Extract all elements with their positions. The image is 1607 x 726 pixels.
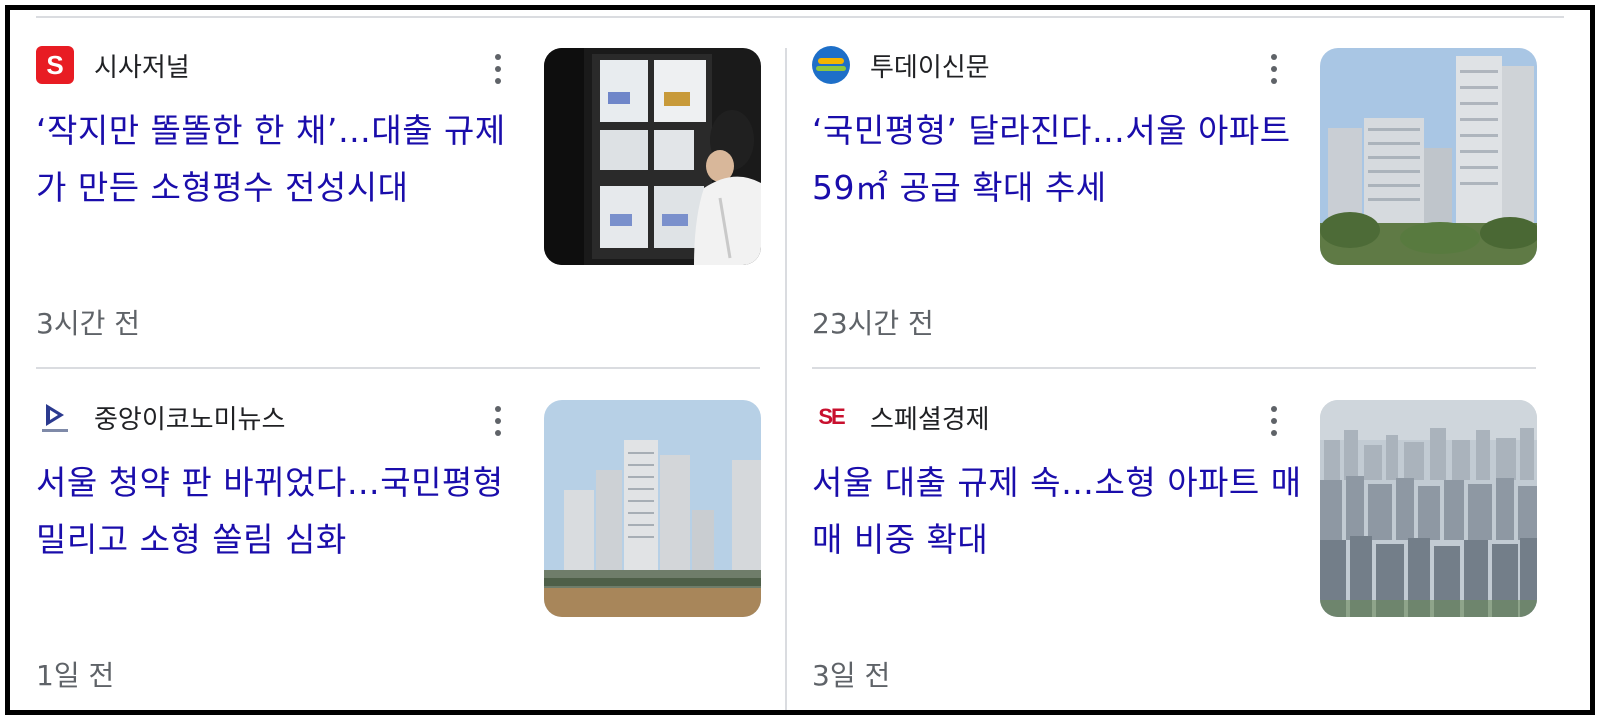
more-options-icon[interactable] xyxy=(1262,404,1286,438)
top-divider xyxy=(36,16,1564,18)
news-card[interactable]: 중앙이코노미뉴스 서울 청약 판 바뀌었다…국민평형 밀리고 소형 쏠림 심화 … xyxy=(36,396,761,710)
todayshinmun-logo-icon xyxy=(812,46,850,84)
more-options-icon[interactable] xyxy=(1262,52,1286,86)
dense-city-apartments-photo[interactable] xyxy=(1320,400,1537,617)
news-card[interactable]: S 시사저널 ‘작지만 똘똘한 한 채’…대출 규제가 만든 소형평수 전성시대… xyxy=(36,44,761,364)
source-name: 투데이신문 xyxy=(870,52,990,83)
news-source: SE 스페셜경제 xyxy=(812,398,990,436)
news-source: 중앙이코노미뉴스 xyxy=(36,398,285,436)
headline-link[interactable]: ‘작지만 똘똘한 한 채’…대출 규제가 만든 소형평수 전성시대 xyxy=(36,102,526,216)
news-source: 투데이신문 xyxy=(812,46,990,84)
apartment-towers-photo[interactable] xyxy=(1320,48,1537,265)
source-name: 중앙이코노미뉴스 xyxy=(94,404,286,435)
headline-link[interactable]: 서울 대출 규제 속…소형 아파트 매매 비중 확대 xyxy=(812,454,1302,568)
timestamp: 23시간 전 xyxy=(812,307,934,340)
news-source: S 시사저널 xyxy=(36,46,190,84)
headline-link[interactable]: 서울 청약 판 바뀌었다…국민평형 밀리고 소형 쏠림 심화 xyxy=(36,454,526,568)
new-apartment-complex-photo[interactable] xyxy=(544,400,761,617)
special-economy-logo-icon: SE xyxy=(818,404,845,429)
news-card[interactable]: 투데이신문 ‘국민평형’ 달라진다…서울 아파트 59㎡ 공급 확대 추세 23… xyxy=(812,44,1537,364)
timestamp: 3일 전 xyxy=(812,659,891,692)
joongang-economy-logo-icon xyxy=(36,398,74,436)
news-card[interactable]: SE 스페셜경제 서울 대출 규제 속…소형 아파트 매매 비중 확대 3일 전 xyxy=(812,396,1537,710)
column-divider xyxy=(785,48,787,710)
timestamp: 3시간 전 xyxy=(36,307,140,340)
row-divider-left xyxy=(36,367,760,369)
more-options-icon[interactable] xyxy=(486,52,510,86)
source-name: 스페셜경제 xyxy=(870,404,990,435)
timestamp: 1일 전 xyxy=(36,659,115,692)
row-divider-right xyxy=(812,367,1536,369)
news-results-panel: S 시사저널 ‘작지만 똘똘한 한 채’…대출 규제가 만든 소형평수 전성시대… xyxy=(5,5,1595,715)
headline-link[interactable]: ‘국민평형’ 달라진다…서울 아파트 59㎡ 공급 확대 추세 xyxy=(812,102,1302,216)
source-name: 시사저널 xyxy=(94,52,190,83)
real-estate-office-window-photo[interactable] xyxy=(544,48,761,265)
sisajournal-logo-icon: S xyxy=(36,46,74,84)
more-options-icon[interactable] xyxy=(486,404,510,438)
